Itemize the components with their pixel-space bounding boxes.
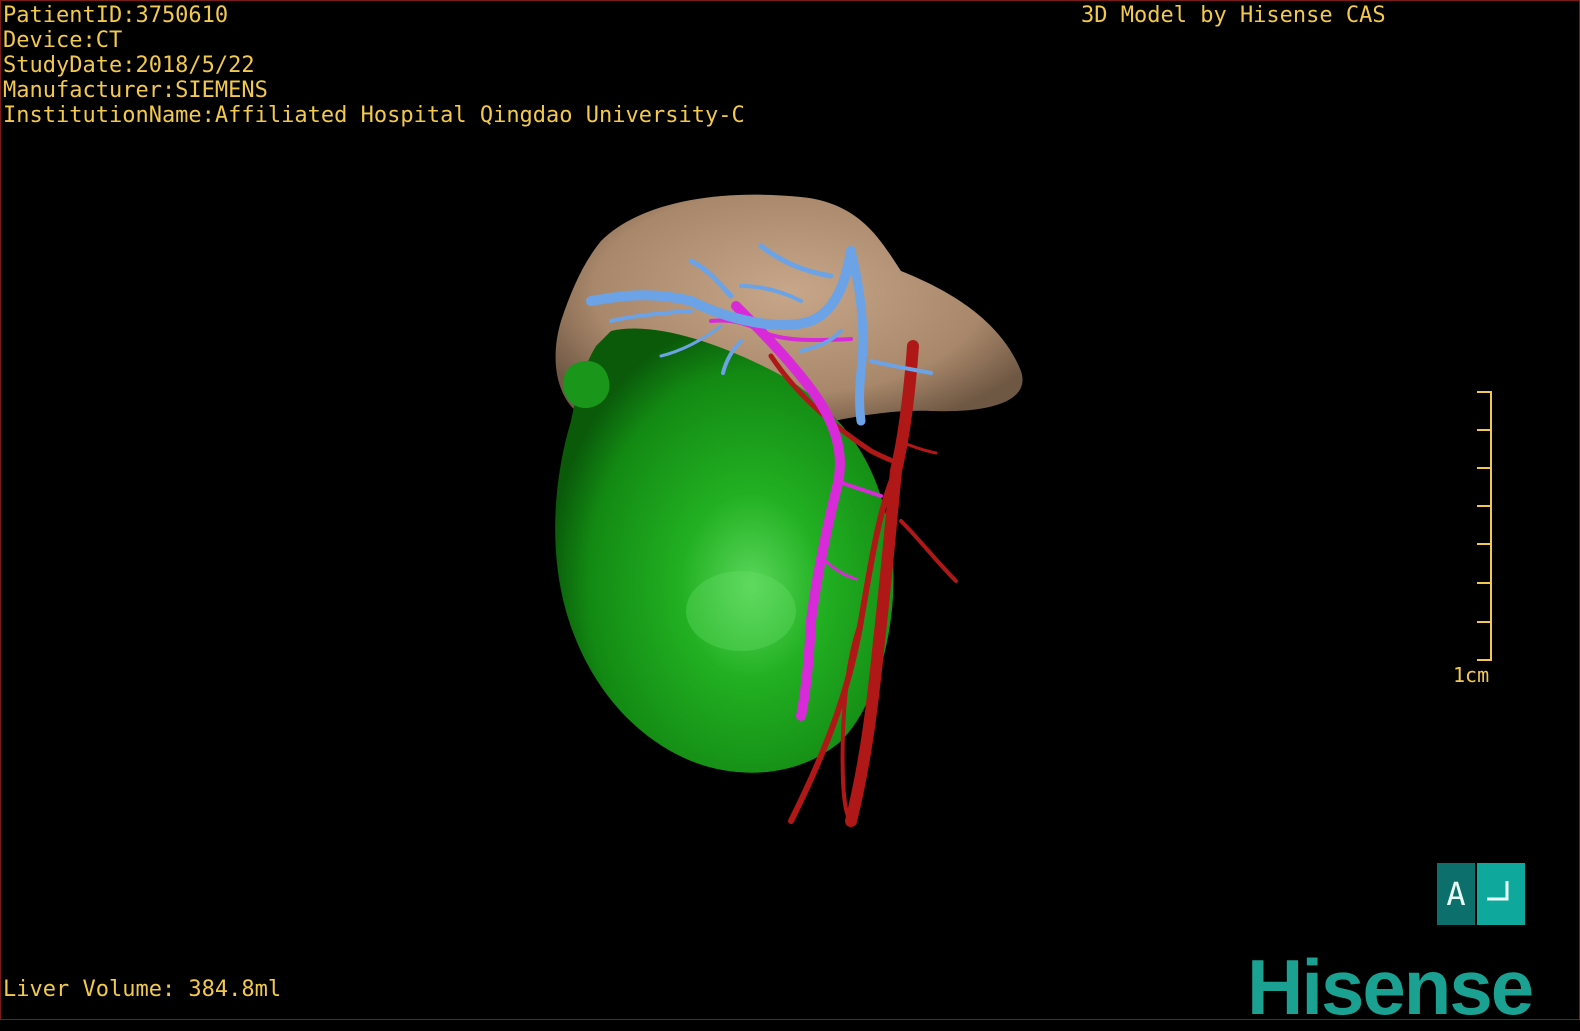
device: Device:CT — [3, 28, 123, 53]
3d-viewport[interactable]: PatientID:3750610 Device:CT StudyDate:20… — [0, 0, 1580, 1027]
liver-volume: Liver Volume: 384.8ml — [3, 977, 282, 1002]
orientation-axis-icon — [1487, 881, 1509, 901]
orientation-side — [1477, 863, 1525, 925]
scale-bar — [1477, 391, 1492, 661]
manufacturer: Manufacturer:SIEMENS — [3, 78, 268, 103]
institution-name: InstitutionName:Affiliated Hospital Qing… — [3, 103, 745, 128]
liver-3d-model[interactable] — [1, 1, 1580, 1021]
orientation-label: A — [1437, 863, 1475, 925]
study-date: StudyDate:2018/5/22 — [3, 53, 255, 78]
tumor-highlight — [686, 571, 796, 651]
scale-label: 1cm — [1453, 663, 1490, 687]
dicom-metadata: PatientID:3750610 Device:CT StudyDate:20… — [3, 3, 745, 128]
hisense-logo: Hisense — [1247, 943, 1534, 1031]
tumor-lobe — [563, 361, 610, 409]
model-credit: 3D Model by Hisense CAS — [1081, 3, 1386, 28]
patient-id: PatientID:3750610 — [3, 3, 229, 28]
orientation-cube[interactable]: A — [1437, 863, 1525, 925]
